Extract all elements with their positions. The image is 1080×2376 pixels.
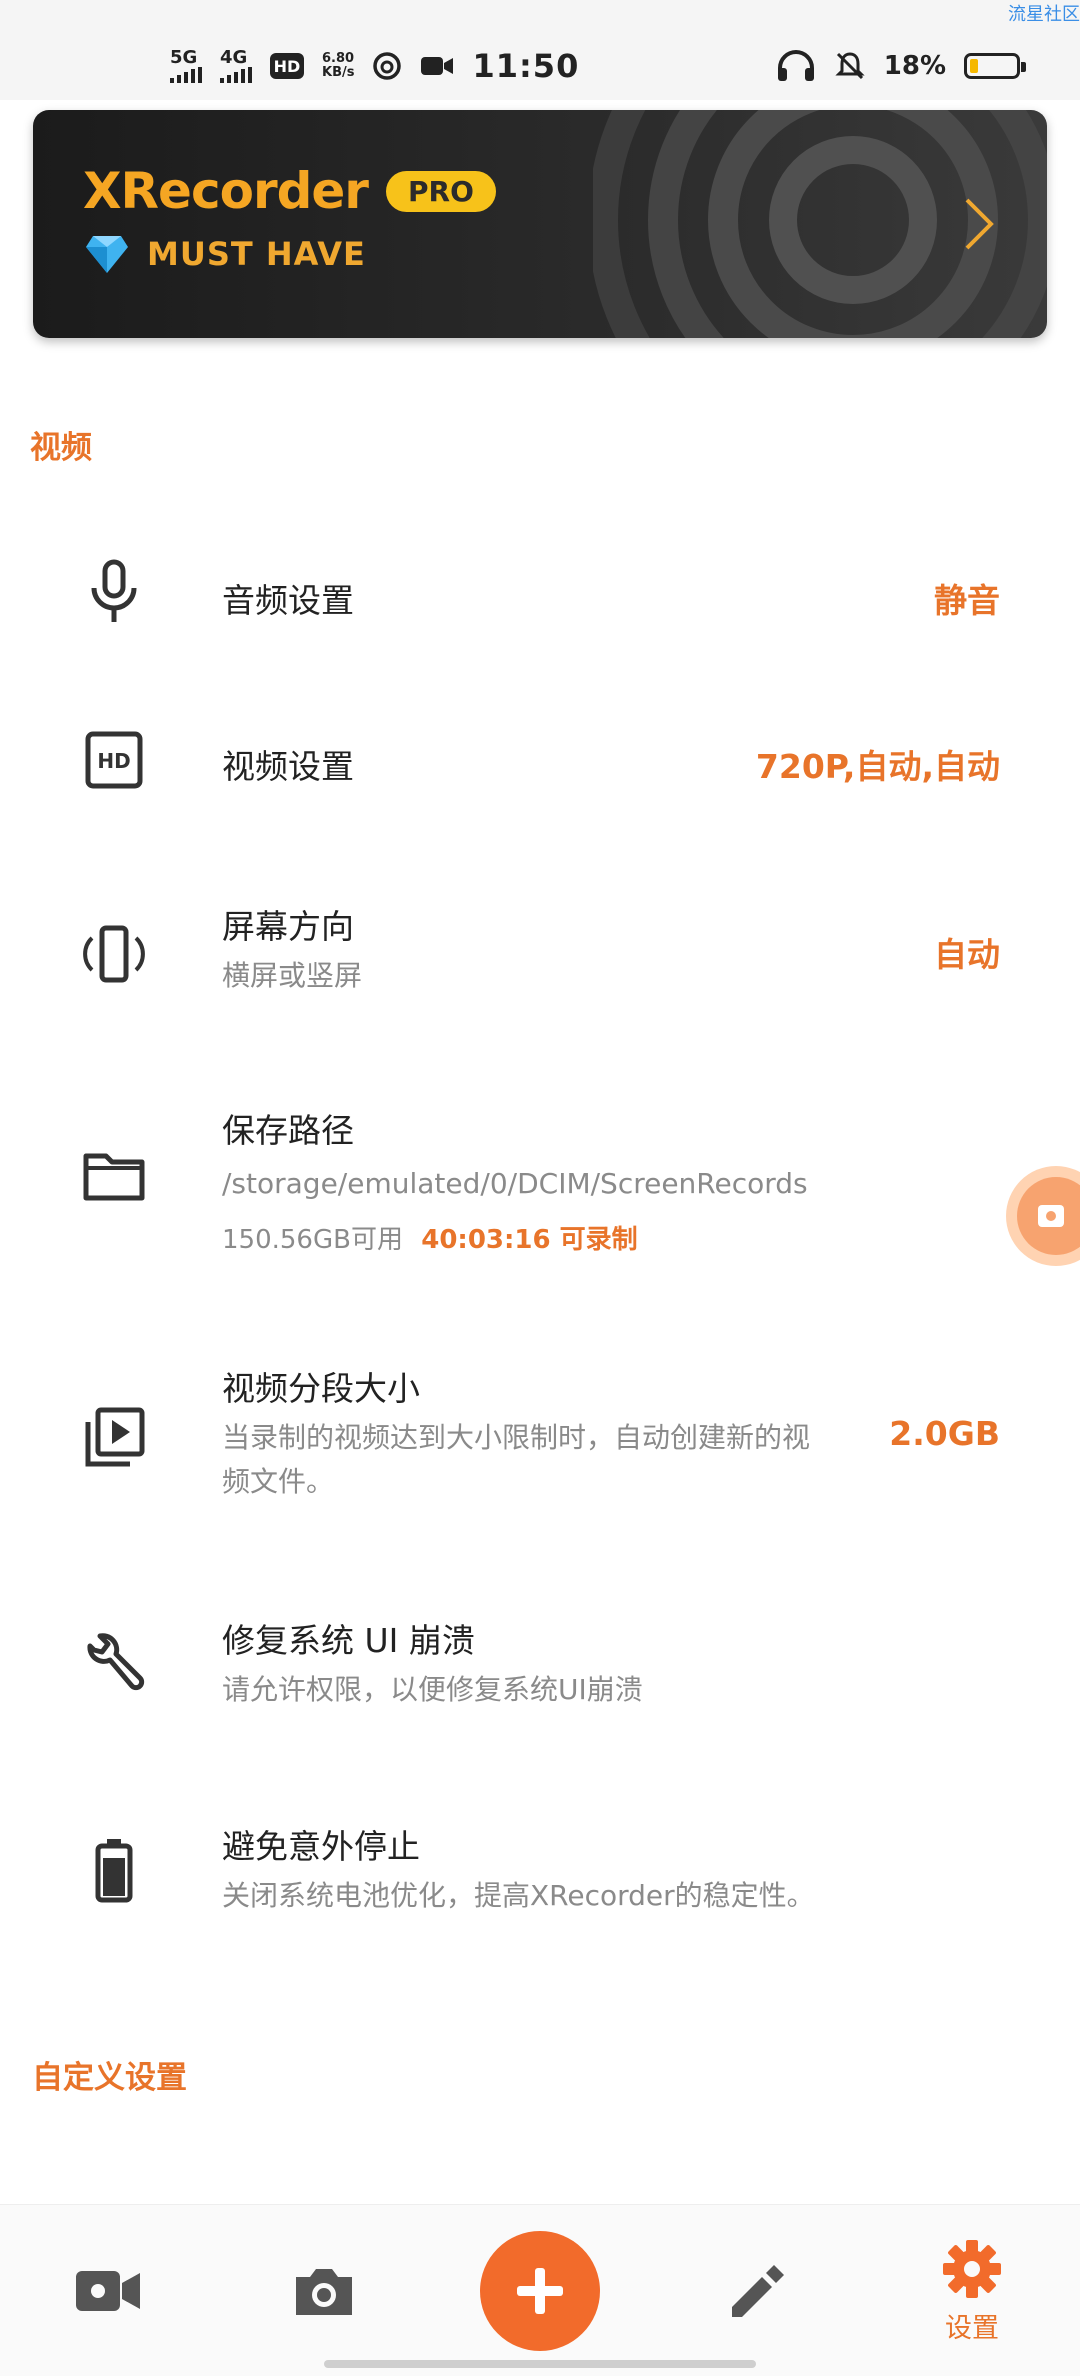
row-title: 修复系统 UI 崩溃 xyxy=(222,1621,475,1660)
nav-record[interactable] xyxy=(58,2205,158,2376)
battery-icon xyxy=(95,1839,133,1903)
microphone-icon xyxy=(91,559,137,622)
row-title: 视频分段大小 xyxy=(222,1369,420,1408)
nav-screenshot[interactable] xyxy=(274,2205,374,2376)
chevron-right-icon xyxy=(965,198,994,250)
bottom-navigation: 设置 xyxy=(0,2204,1080,2376)
row-title: 避免意外停止 xyxy=(222,1827,420,1866)
signal-4g-icon: 4G xyxy=(220,49,252,83)
row-title: 屏幕方向 xyxy=(222,907,354,946)
brand-logo-text: XRecorder xyxy=(83,162,369,220)
add-button[interactable] xyxy=(480,2231,600,2351)
settings-row-avoid-stop[interactable]: 避免意外停止 关闭系统电池优化，提高XRecorder的稳定性。 xyxy=(0,1812,1080,1942)
free-space: 150.56GB可用 xyxy=(222,1225,403,1255)
row-value: 自动 xyxy=(934,935,1000,974)
wrench-icon xyxy=(87,1633,145,1691)
row-subtitle: 关闭系统电池优化，提高XRecorder的稳定性。 xyxy=(222,1879,815,1912)
settings-row-orientation[interactable]: 屏幕方向 横屏或竖屏 自动 xyxy=(0,890,1080,1020)
pro-upgrade-banner[interactable]: XRecorder PRO MUST HAVE xyxy=(33,110,1047,338)
diamond-icon xyxy=(86,236,128,273)
section-title-custom: 自定义设置 xyxy=(32,2060,187,2096)
hd-voice-icon: HD xyxy=(270,53,304,79)
settings-row-save-path[interactable]: 保存路径 /storage/emulated/0/DCIM/ScreenReco… xyxy=(0,1100,1080,1280)
settings-row-audio[interactable]: 音频设置 静音 xyxy=(0,540,1080,650)
network-speed: 6.80 KB/s xyxy=(322,51,355,80)
storage-info: 150.56GB可用 40:03:16 可录制 xyxy=(222,1218,638,1262)
row-title: 保存路径 xyxy=(222,1111,354,1150)
home-indicator[interactable] xyxy=(324,2360,756,2368)
row-value: 静音 xyxy=(934,581,1000,620)
svg-text:HD: HD xyxy=(97,749,130,773)
settings-row-segment-size[interactable]: 视频分段大小 当录制的视频达到大小限制时，自动创建新的视 频文件。 2.0GB xyxy=(0,1360,1080,1510)
nav-edit[interactable] xyxy=(706,2205,806,2376)
battery-status-icon xyxy=(964,53,1026,79)
netease-music-icon xyxy=(373,52,402,80)
record-time-left: 40:03:16 可录制 xyxy=(421,1225,638,1255)
headphones-icon xyxy=(777,50,814,81)
pro-badge: PRO xyxy=(385,170,496,212)
nav-settings[interactable]: 设置 xyxy=(912,2205,1032,2376)
video-camera-icon xyxy=(1038,1205,1064,1227)
settings-row-fix-system-ui[interactable]: 修复系统 UI 崩溃 请允许权限，以便修复系统UI崩溃 xyxy=(0,1606,1080,1736)
row-value: 720P,自动,自动 xyxy=(755,747,1000,786)
row-subtitle-line2: 频文件。 xyxy=(222,1465,335,1498)
section-title-video: 视频 xyxy=(30,430,92,466)
corner-label: 流星社区 xyxy=(1008,4,1080,25)
nav-settings-label: 设置 xyxy=(945,2312,999,2344)
status-bar: 流星社区 5G 4G HD 6.80 KB/s 11:50 18% xyxy=(0,0,1080,100)
screen-record-status-icon xyxy=(421,57,454,75)
row-value: 2.0GB xyxy=(889,1414,1000,1453)
settings-row-video[interactable]: HD 视频设置 720P,自动,自动 xyxy=(0,706,1080,816)
hd-icon: HD xyxy=(85,731,143,789)
app-screen: 流星社区 5G 4G HD 6.80 KB/s 11:50 18% XRecor… xyxy=(0,0,1080,2376)
save-path-text: /storage/emulated/0/DCIM/ScreenRecords xyxy=(222,1167,808,1200)
bell-muted-icon xyxy=(835,52,865,80)
row-subtitle: 请允许权限，以便修复系统UI崩溃 xyxy=(222,1673,643,1706)
pencil-icon xyxy=(732,2265,784,2317)
video-camera-icon xyxy=(76,2271,140,2311)
row-title: 音频设置 xyxy=(222,581,354,620)
gear-icon xyxy=(943,2239,1001,2298)
screen-rotation-icon xyxy=(83,925,145,983)
plus-icon xyxy=(517,2268,563,2314)
row-subtitle-line1: 当录制的视频达到大小限制时，自动创建新的视 xyxy=(222,1421,811,1454)
banner-tagline: MUST HAVE xyxy=(147,235,366,273)
row-subtitle: 横屏或竖屏 xyxy=(222,959,363,992)
row-title: 视频设置 xyxy=(222,747,354,786)
clock: 11:50 xyxy=(472,47,580,85)
folder-icon xyxy=(83,1153,145,1201)
video-library-icon xyxy=(85,1407,145,1467)
battery-percent: 18% xyxy=(883,51,946,81)
signal-5g-icon: 5G xyxy=(170,49,202,83)
camera-icon xyxy=(296,2269,352,2315)
